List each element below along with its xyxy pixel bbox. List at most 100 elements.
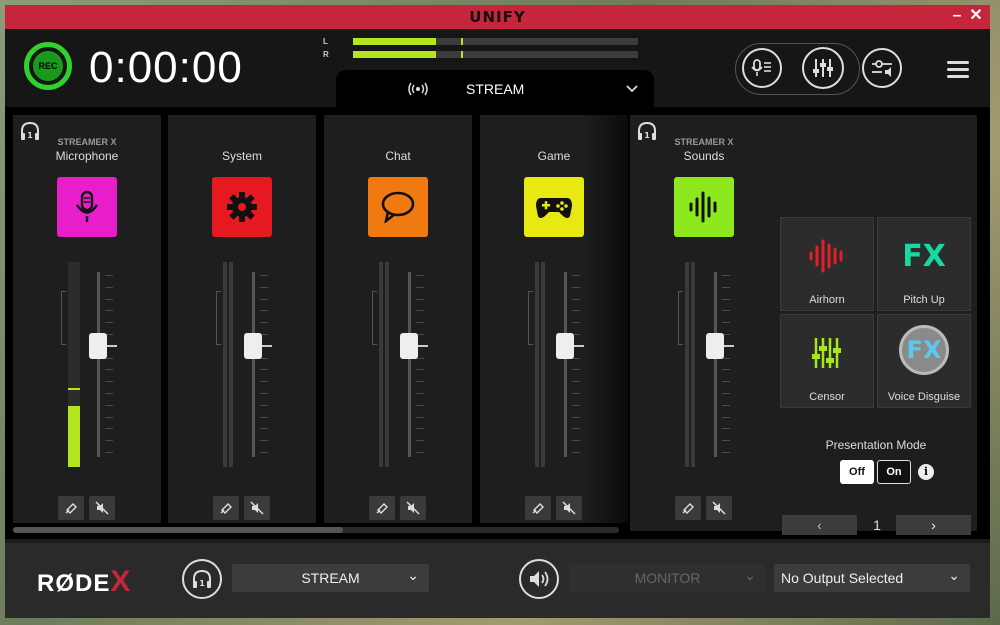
sound-pad-label: Pitch Up [903, 294, 945, 306]
output-device-dropdown[interactable]: No Output Selected ⌄ [774, 564, 970, 592]
mute-button[interactable] [89, 496, 115, 520]
system-source-button[interactable] [212, 177, 272, 237]
volume-fader-knob[interactable] [400, 333, 418, 359]
fader-knob-indicator [574, 345, 584, 347]
fx-icon: FX [878, 234, 970, 278]
pin-button[interactable] [525, 496, 551, 520]
minimize-button[interactable]: – [948, 7, 966, 25]
close-button[interactable]: ✕ [967, 7, 985, 25]
settings-speaker-icon [872, 60, 892, 77]
volume-fader-track[interactable] [97, 272, 100, 457]
channel-level-meter [685, 262, 695, 467]
page-next-button[interactable]: › [896, 515, 971, 535]
channel-level-fill [68, 405, 80, 467]
sounds-source-button[interactable] [674, 177, 734, 237]
pin-button[interactable] [213, 496, 239, 520]
pin-button[interactable] [369, 496, 395, 520]
channel-strip-chat: Chat [324, 115, 472, 523]
record-label: REC [33, 51, 63, 81]
channel-strip-game: Game [480, 115, 628, 523]
unify-window: UNIFY – ✕ REC 0:00:00 L R STREAM 1 STREA… [5, 5, 990, 618]
level-bracket [372, 291, 377, 345]
scrollbar-thumb[interactable] [13, 527, 343, 533]
meter-left-label: L [323, 37, 328, 46]
fx-text: FX [902, 238, 946, 274]
monitor-output-value: MONITOR [634, 570, 701, 586]
volume-fader-knob[interactable] [556, 333, 574, 359]
fx-circle-icon: FX [878, 325, 970, 375]
monitor-output-dropdown[interactable]: MONITOR ⌄ [569, 564, 766, 592]
mute-button[interactable] [706, 496, 732, 520]
mic-settings-button[interactable] [742, 48, 782, 88]
channel-level-meter [223, 262, 233, 467]
presentation-on-button[interactable]: On [877, 460, 911, 484]
chat-bubble-icon [381, 191, 415, 223]
svg-text:1: 1 [199, 579, 205, 588]
pin-button[interactable] [675, 496, 701, 520]
channel-name: Sounds [683, 149, 725, 163]
pin-button[interactable] [58, 496, 84, 520]
output-settings-button[interactable] [862, 48, 902, 88]
volume-fader-knob[interactable] [706, 333, 724, 359]
volume-fader-track[interactable] [408, 272, 411, 457]
chat-source-button[interactable] [368, 177, 428, 237]
mixer-view-button[interactable] [802, 47, 844, 89]
record-button[interactable]: REC [24, 42, 72, 90]
chevron-down-icon: ⌄ [407, 567, 419, 583]
level-bracket [678, 291, 683, 345]
sound-pad-pitch-up[interactable]: FX Pitch Up [877, 217, 971, 311]
game-source-button[interactable] [524, 177, 584, 237]
fader-knob-indicator [418, 345, 428, 347]
airhorn-wave-icon [781, 234, 873, 278]
app-title: UNIFY [469, 8, 526, 26]
sliders-icon [781, 331, 873, 375]
mute-button[interactable] [244, 496, 270, 520]
headphone-output-value: STREAM [301, 570, 360, 586]
gear-icon [227, 192, 257, 222]
channel-brand: STREAMER X [57, 137, 117, 147]
record-timer: 0:00:00 [89, 43, 243, 92]
volume-fader-knob[interactable] [244, 333, 262, 359]
mute-button[interactable] [556, 496, 582, 520]
broadcast-icon [408, 82, 428, 96]
fader-scale [105, 275, 113, 455]
volume-fader-track[interactable] [252, 272, 255, 457]
page-prev-button[interactable]: ‹ [782, 515, 857, 535]
channel-level-meter [379, 262, 389, 467]
info-icon[interactable]: i [918, 464, 934, 480]
channel-strip-microphone: 1 STREAMER X Microphone [13, 115, 161, 523]
mixer-area: 1 STREAMER X Microphone System Chat Game 1 ST… [5, 107, 990, 539]
headphone-output-icon[interactable]: 1 [182, 559, 222, 599]
channel-level-meter [68, 262, 80, 467]
sound-pad-censor[interactable]: Censor [780, 314, 874, 408]
fader-knob-indicator [724, 345, 734, 347]
sound-pad-airhorn[interactable]: Airhorn [780, 217, 874, 311]
fader-knob-indicator [262, 345, 272, 347]
volume-fader-knob[interactable] [89, 333, 107, 359]
horizontal-scrollbar[interactable] [13, 527, 619, 533]
mix-tab-stream[interactable]: STREAM [336, 70, 654, 108]
chevron-down-icon [626, 85, 638, 93]
speaker-icon[interactable] [519, 559, 559, 599]
footer-bar: RØDEX 1 STREAM ⌄ MONITOR ⌄ No Output Sel… [5, 543, 990, 618]
page-number: 1 [873, 517, 881, 533]
channel-level-peak [68, 387, 80, 390]
volume-fader-track[interactable] [564, 272, 567, 457]
presentation-mode-label: Presentation Mode [825, 438, 927, 452]
mix-tab-label: STREAM [466, 81, 525, 97]
channel-name: Game [537, 149, 571, 163]
headphone-output-dropdown[interactable]: STREAM ⌄ [232, 564, 429, 592]
fader-scale [260, 275, 268, 455]
soundwave-icon [689, 191, 717, 223]
rode-logo: RØDEX [37, 565, 131, 599]
hamburger-menu-icon[interactable] [947, 61, 969, 82]
microphone-source-button[interactable] [57, 177, 117, 237]
sound-pad-label: Airhorn [809, 294, 845, 306]
volume-fader-track[interactable] [714, 272, 717, 457]
rode-logo-x: X [110, 565, 132, 598]
mute-button[interactable] [400, 496, 426, 520]
title-bar: UNIFY – ✕ [5, 5, 990, 29]
meter-right-fill [353, 51, 436, 58]
sound-pad-voice-disguise[interactable]: FX Voice Disguise [877, 314, 971, 408]
presentation-off-button[interactable]: Off [840, 460, 874, 484]
